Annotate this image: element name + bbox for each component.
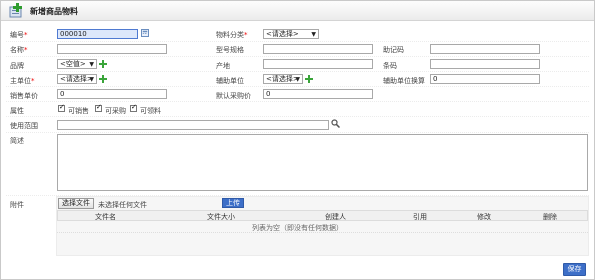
- row-divider: [6, 101, 589, 102]
- requisitionable-label: 可领料: [140, 107, 161, 115]
- category-select-value: <请选择>: [266, 30, 299, 38]
- calculator-icon[interactable]: [141, 29, 149, 37]
- attributes-label: 属性: [10, 107, 24, 115]
- origin-label: 产地: [216, 62, 230, 70]
- model-input[interactable]: [263, 44, 373, 54]
- row-divider: [6, 86, 589, 87]
- origin-input[interactable]: [263, 59, 373, 69]
- add-main-unit-icon[interactable]: [99, 75, 107, 83]
- name-input[interactable]: [57, 44, 167, 54]
- main-unit-label: 主单位*: [10, 77, 35, 85]
- mnemonic-input[interactable]: [430, 44, 540, 54]
- sellable-label: 可销售: [68, 107, 89, 115]
- chevron-down-icon: ▼: [89, 61, 94, 68]
- category-select[interactable]: <请选择> ▼: [263, 29, 319, 39]
- aux-conversion-label: 辅助单位换算: [383, 77, 425, 85]
- add-brand-icon[interactable]: [99, 60, 107, 68]
- sellable-checkbox[interactable]: [58, 103, 65, 112]
- purchasable-label: 可采购: [105, 107, 126, 115]
- row-divider: [6, 56, 589, 57]
- mnemonic-label: 助记码: [383, 46, 404, 54]
- dialog-header: 新增商品物料: [1, 1, 594, 21]
- barcode-label: 条码: [383, 62, 397, 70]
- name-label: 名称*: [10, 46, 28, 54]
- barcode-input[interactable]: [430, 59, 540, 69]
- default-purchase-price-label: 默认采购价: [216, 92, 251, 100]
- main-unit-select-value: <请选择>: [60, 75, 93, 83]
- requisitionable-checkbox[interactable]: [130, 103, 137, 112]
- scope-input[interactable]: [57, 120, 329, 130]
- empty-list-text: 列表为空（即没有任何数据）: [252, 224, 343, 232]
- no-file-text: 未选择任何文件: [98, 201, 147, 209]
- table-empty-row: 列表为空（即没有任何数据）: [57, 221, 588, 233]
- upload-button[interactable]: 上传: [222, 198, 244, 208]
- aux-unit-select-value: <请选择>: [266, 75, 299, 83]
- attachments-label: 附件: [10, 201, 24, 209]
- chevron-down-icon: ▼: [89, 76, 94, 83]
- search-icon[interactable]: [331, 119, 340, 128]
- aux-unit-select[interactable]: <请选择> ▼: [263, 74, 303, 84]
- aux-unit-label: 辅助单位: [216, 77, 244, 85]
- dialog-window: 新增商品物料 编号* 000010 物料分类* <请选择> ▼ 名称* 型号规格 …: [0, 0, 595, 280]
- add-aux-unit-icon[interactable]: [305, 75, 313, 83]
- choose-file-button[interactable]: 选择文件: [58, 198, 94, 209]
- row-divider: [6, 132, 589, 133]
- category-label: 物料分类*: [216, 31, 248, 39]
- save-button[interactable]: 保存: [563, 263, 586, 276]
- aux-conversion-input[interactable]: 0: [430, 74, 540, 84]
- chevron-down-icon: ▼: [295, 76, 300, 83]
- brand-select[interactable]: <空值> ▼: [57, 59, 97, 69]
- description-textarea[interactable]: [57, 134, 588, 191]
- purchasable-checkbox[interactable]: [95, 103, 102, 112]
- row-divider: [6, 71, 589, 72]
- attachments-table: 文件名 文件大小 创建人 引用 修改 删除 列表为空（即没有任何数据）: [57, 210, 588, 233]
- sale-price-input[interactable]: 0: [57, 89, 167, 99]
- table-header: 文件名 文件大小 创建人 引用 修改 删除: [57, 210, 588, 221]
- main-unit-select[interactable]: <请选择> ▼: [57, 74, 97, 84]
- chevron-down-icon: ▼: [311, 31, 316, 38]
- scope-label: 使用范围: [10, 122, 38, 130]
- row-divider: [6, 116, 589, 117]
- sale-price-label: 销售单价: [10, 92, 38, 100]
- description-label: 简述: [10, 137, 24, 145]
- brand-select-value: <空值>: [60, 60, 86, 68]
- brand-label: 品牌: [10, 62, 24, 70]
- model-label: 型号规格: [216, 46, 244, 54]
- new-item-icon: [9, 3, 22, 18]
- row-divider: [6, 41, 589, 42]
- code-label: 编号*: [10, 31, 28, 39]
- default-purchase-price-input[interactable]: 0: [263, 89, 373, 99]
- code-input[interactable]: 000010: [57, 29, 138, 39]
- dialog-title: 新增商品物料: [30, 7, 78, 16]
